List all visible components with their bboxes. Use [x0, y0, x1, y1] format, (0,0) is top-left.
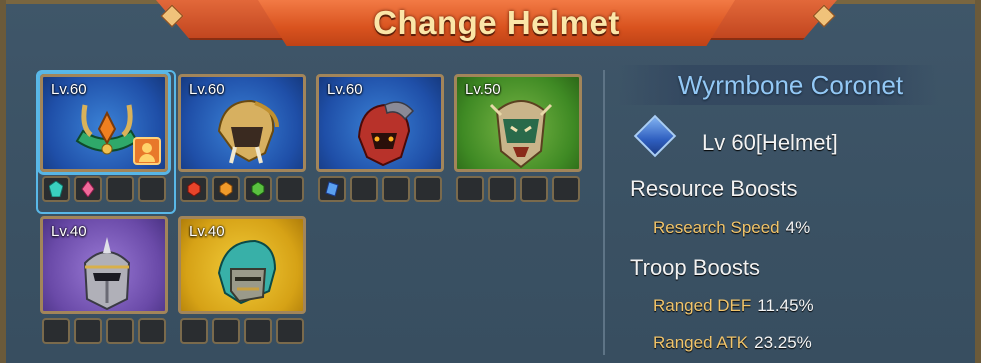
- rarity-diamond-icon: [633, 114, 677, 158]
- gem-slot[interactable]: [350, 176, 378, 202]
- gem-slot[interactable]: [488, 176, 516, 202]
- gem-slots: [42, 176, 166, 202]
- knight-helmet-icon: [83, 237, 131, 311]
- stat-value: 23.25%: [754, 333, 812, 352]
- gem-slots: [456, 176, 580, 202]
- gem-slot[interactable]: [106, 318, 134, 344]
- equipped-badge-icon: [133, 137, 161, 165]
- green-gem-icon: [251, 181, 265, 197]
- helmet-slot[interactable]: Lv.40: [178, 216, 308, 348]
- hooded-helmet-icon: [217, 239, 277, 305]
- gem-slot[interactable]: [138, 318, 166, 344]
- pink-gem-icon: [81, 181, 95, 197]
- gem-slot[interactable]: [138, 176, 166, 202]
- gem-slot[interactable]: [414, 176, 442, 202]
- gem-slot[interactable]: [42, 318, 70, 344]
- blue-gem-icon: [325, 181, 339, 197]
- dragon-helmet-icon: [357, 101, 415, 167]
- stat-value: 11.45%: [757, 296, 814, 315]
- gem-slot[interactable]: [42, 176, 70, 202]
- helmet-frame[interactable]: Lv.50: [454, 74, 582, 172]
- gem-slot[interactable]: [318, 176, 346, 202]
- helmet-frame[interactable]: Lv.40: [40, 216, 168, 314]
- gem-slot[interactable]: [212, 176, 240, 202]
- gem-slot[interactable]: [180, 176, 208, 202]
- stat-label: Research Speed: [653, 218, 780, 237]
- mask-helmet-icon: [489, 100, 553, 169]
- gem-slot[interactable]: [456, 176, 484, 202]
- gem-slot[interactable]: [520, 176, 548, 202]
- stat-row: Ranged DEF 11.45%: [653, 296, 814, 316]
- red-gem-icon: [187, 181, 201, 197]
- stat-label: Ranged ATK: [653, 333, 749, 352]
- page-title: Change Helmet: [373, 4, 620, 41]
- stat-value: 4%: [785, 218, 811, 237]
- teal-gem-icon: [49, 181, 63, 197]
- gem-slots: [180, 176, 304, 202]
- gem-slot[interactable]: [276, 318, 304, 344]
- gem-slot[interactable]: [74, 176, 102, 202]
- gem-slot[interactable]: [244, 176, 272, 202]
- change-helmet-panel: Change Helmet Lv.60 Lv.60 Lv.60 Lv.50 Lv…: [0, 0, 981, 363]
- gem-slots: [42, 318, 166, 344]
- gem-slot[interactable]: [552, 176, 580, 202]
- helmet-frame[interactable]: Lv.60: [316, 74, 444, 172]
- panel-divider: [603, 70, 605, 355]
- helmet-slot[interactable]: Lv.60: [316, 74, 446, 206]
- beast-helmet-icon: [217, 99, 279, 164]
- helmet-frame[interactable]: Lv.60: [40, 74, 168, 172]
- gem-slot[interactable]: [180, 318, 208, 344]
- helmet-frame[interactable]: Lv.60: [178, 74, 306, 172]
- helmet-slot[interactable]: Lv.50: [454, 74, 584, 206]
- gem-slots: [180, 318, 304, 344]
- resource-boosts-header: Resource Boosts: [630, 176, 798, 201]
- helmet-slot[interactable]: Lv.60: [178, 74, 308, 206]
- helmet-slot[interactable]: Lv.60: [36, 70, 176, 214]
- helmet-slot[interactable]: Lv.40: [40, 216, 170, 348]
- helmet-frame[interactable]: Lv.40: [178, 216, 306, 314]
- stat-row: Research Speed 4%: [653, 218, 810, 238]
- gem-slot[interactable]: [382, 176, 410, 202]
- stat-label: Ranged DEF: [653, 296, 752, 315]
- gem-slot[interactable]: [74, 318, 102, 344]
- troop-boosts-header: Troop Boosts: [630, 255, 761, 280]
- gem-slot[interactable]: [276, 176, 304, 202]
- title-banner: Change Helmet: [258, 0, 735, 46]
- gem-slots: [318, 176, 442, 202]
- gem-slot[interactable]: [212, 318, 240, 344]
- item-name: Wyrmbone Coronet: [677, 70, 904, 100]
- gem-slot[interactable]: [106, 176, 134, 202]
- item-level-type: Lv 60[Helmet]: [702, 130, 838, 155]
- stat-row: Ranged ATK 23.25%: [653, 333, 812, 353]
- orange-gem-icon: [219, 181, 233, 197]
- gem-slot[interactable]: [244, 318, 272, 344]
